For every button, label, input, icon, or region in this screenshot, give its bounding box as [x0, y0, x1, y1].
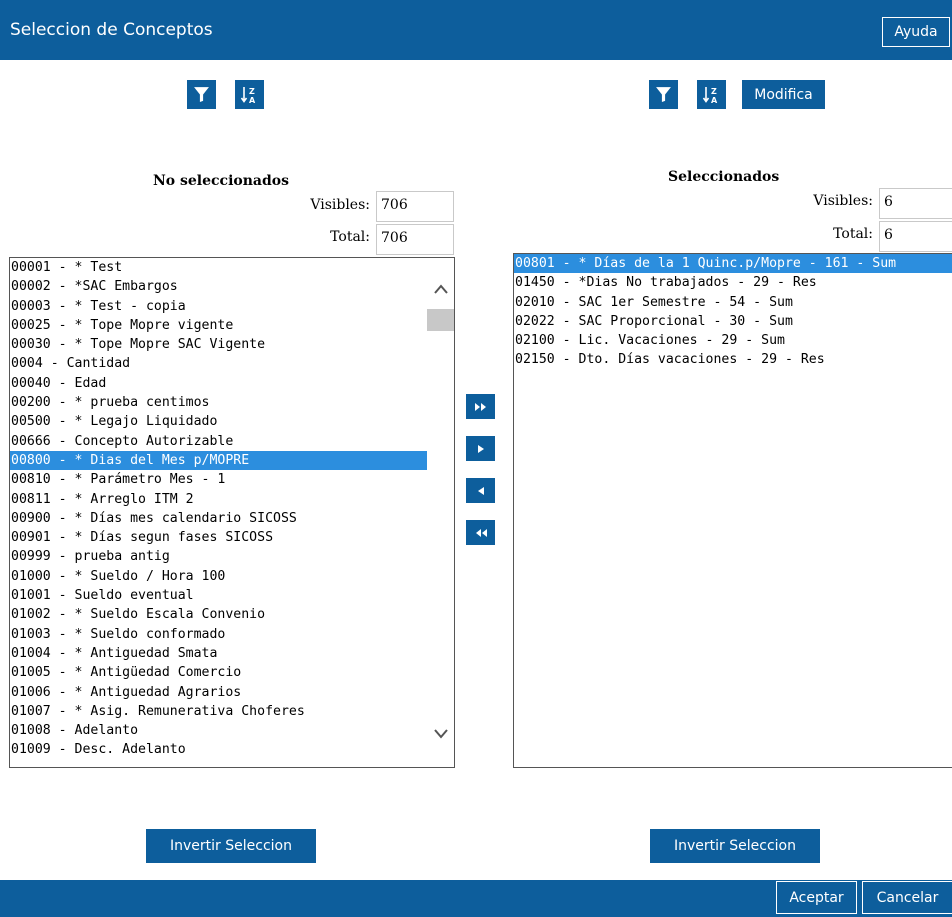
left-visible-label: Visibles: [310, 197, 370, 213]
left-visible-count: 706 [376, 191, 454, 222]
unselected-list-item[interactable]: 01001 - Sueldo eventual [10, 586, 427, 605]
unselected-list-item[interactable]: 00030 - * Tope Mopre SAC Vigente [10, 335, 427, 354]
unselected-list-item[interactable]: 00200 - * prueba centimos [10, 393, 427, 412]
selected-list-item[interactable]: 02022 - SAC Proporcional - 30 - Sum [514, 312, 952, 331]
filter-icon [194, 87, 209, 102]
unselected-list-item[interactable]: 00811 - * Arreglo ITM 2 [10, 490, 427, 509]
selected-list-item[interactable]: 00801 - * Días de la 1 Quinc.p/Mopre - 1… [514, 254, 952, 274]
sort-button-left[interactable]: Z A [235, 80, 264, 109]
move-all-right-button[interactable] [466, 394, 495, 419]
selected-list-item[interactable]: 02100 - Lic. Vacaciones - 29 - Sum [514, 331, 952, 350]
svg-text:A: A [249, 96, 256, 105]
triangle-right-icon [477, 444, 484, 453]
unselected-list-item[interactable]: 01007 - * Asig. Remunerativa Choferes [10, 702, 427, 721]
scroll-down-icon[interactable] [433, 728, 449, 740]
unselected-list-item[interactable]: 00025 - * Tope Mopre vigente [10, 316, 427, 335]
unselected-list-item[interactable]: 00500 - * Legajo Liquidado [10, 412, 427, 431]
scroll-thumb[interactable] [427, 309, 454, 331]
scroll-up-icon[interactable] [433, 283, 449, 295]
left-total-count: 706 [376, 224, 454, 255]
modify-button[interactable]: Modifica [742, 80, 825, 109]
accept-button[interactable]: Aceptar [776, 881, 857, 914]
title-bar: Seleccion de Conceptos Ayuda [0, 0, 952, 60]
invert-selection-right-button[interactable]: Invertir Seleccion [650, 829, 820, 863]
unselected-list-item[interactable]: 00901 - * Días segun fases SICOSS [10, 528, 427, 547]
cancel-button[interactable]: Cancelar [862, 881, 952, 914]
invert-selection-left-button[interactable]: Invertir Seleccion [146, 829, 316, 863]
unselected-list-item[interactable]: 01008 - Adelanto [10, 721, 427, 740]
triangle-left-icon [477, 486, 484, 495]
unselected-list-item[interactable]: 01000 - * Sueldo / Hora 100 [10, 567, 427, 586]
selected-list-item[interactable]: 02150 - Dto. Días vacaciones - 29 - Res [514, 350, 952, 369]
unselected-heading: No seleccionados [153, 173, 289, 189]
unselected-scrollbar[interactable] [427, 258, 454, 767]
unselected-list-item[interactable]: 00800 - * Dias del Mes p/MOPRE [10, 450, 427, 471]
svg-text:A: A [711, 96, 718, 105]
unselected-list-item[interactable]: 00900 - * Días mes calendario SICOSS [10, 509, 427, 528]
unselected-list[interactable]: 00001 - * Test 00002 - *SAC Embargos 00003… [9, 257, 455, 768]
footer-bar: Aceptar Cancelar [0, 880, 952, 917]
unselected-list-item[interactable]: 01006 - * Antiguedad Agrarios [10, 683, 427, 702]
unselected-list-item[interactable]: 00040 - Edad [10, 374, 427, 393]
double-chevron-left-icon [475, 528, 487, 537]
unselected-list-item[interactable]: 00002 - *SAC Embargos [10, 277, 427, 296]
unselected-list-item[interactable]: 00810 - * Parámetro Mes - 1 [10, 470, 427, 489]
filter-icon [656, 87, 671, 102]
sort-button-right[interactable]: Z A [697, 80, 726, 109]
left-total-label: Total: [330, 229, 370, 245]
unselected-items: 00001 - * Test 00002 - *SAC Embargos 00003… [10, 258, 454, 760]
unselected-list-item[interactable]: 01005 - * Antigüedad Comercio [10, 663, 427, 682]
sort-az-icon: Z A [240, 86, 256, 105]
right-visible-count: 6 [879, 188, 952, 219]
move-right-button[interactable] [466, 436, 495, 461]
double-chevron-right-icon [474, 402, 486, 411]
filter-button-right[interactable] [649, 80, 678, 109]
unselected-list-item[interactable]: 00003 - * Test - copia [10, 297, 427, 316]
selected-list[interactable]: 00801 - * Días de la 1 Quinc.p/Mopre - 1… [513, 253, 952, 768]
help-button[interactable]: Ayuda [882, 17, 950, 47]
unselected-list-item[interactable]: 00999 - prueba antig [10, 547, 427, 566]
sort-az-icon: Z A [702, 86, 718, 105]
unselected-list-item[interactable]: 00001 - * Test [10, 258, 427, 277]
selected-items: 00801 - * Días de la 1 Quinc.p/Mopre - 1… [514, 254, 952, 370]
unselected-list-item[interactable]: 00666 - Concepto Autorizable [10, 432, 427, 451]
right-visible-label: Visibles: [813, 193, 873, 209]
right-total-label: Total: [833, 226, 873, 242]
svg-text:Z: Z [249, 87, 255, 96]
move-left-button[interactable] [466, 478, 495, 503]
right-total-count: 6 [879, 221, 952, 252]
selected-list-item[interactable]: 02010 - SAC 1er Semestre - 54 - Sum [514, 293, 952, 312]
filter-button-left[interactable] [187, 80, 216, 109]
move-all-left-button[interactable] [466, 520, 495, 545]
selected-list-item[interactable]: 01450 - *Dias No trabajados - 29 - Res [514, 273, 952, 292]
selected-heading: Seleccionados [668, 169, 780, 185]
unselected-list-item[interactable]: 0004 - Cantidad [10, 354, 427, 373]
unselected-list-item[interactable]: 01003 - * Sueldo conformado [10, 625, 427, 644]
unselected-list-item[interactable]: 01004 - * Antiguedad Smata [10, 644, 427, 663]
unselected-list-item[interactable]: 01002 - * Sueldo Escala Convenio [10, 605, 427, 624]
svg-text:Z: Z [711, 87, 717, 96]
window-title: Seleccion de Conceptos [10, 20, 213, 40]
unselected-list-item[interactable]: 01009 - Desc. Adelanto [10, 740, 427, 759]
